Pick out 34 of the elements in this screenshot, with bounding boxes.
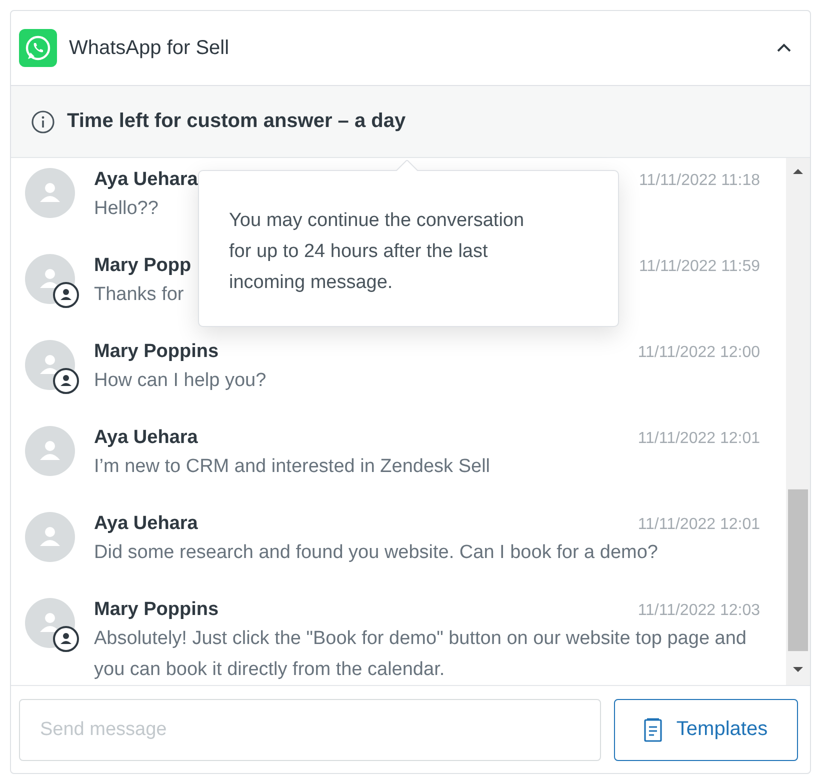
- message-time: 11/11/2022 12:01: [638, 430, 760, 448]
- message-time: 11/11/2022 11:18: [639, 172, 760, 190]
- author-name: Aya Uehara: [94, 512, 198, 536]
- avatar-icon: [25, 426, 75, 476]
- document-icon: [644, 718, 662, 742]
- author-name: Mary Popp: [94, 254, 192, 278]
- avatar-icon: [25, 512, 75, 562]
- panel-title: WhatsApp for Sell: [69, 36, 230, 60]
- message-time: 11/11/2022 12:01: [638, 516, 760, 534]
- avatar-icon: [25, 168, 75, 218]
- tooltip-text: You may continue the conversation for up to 24 hours after the last incoming message.: [229, 209, 526, 295]
- chevron-icon[interactable]: [776, 43, 792, 53]
- agent-icon: [53, 282, 79, 308]
- whatsapp-logo-icon: [19, 29, 57, 67]
- message-text: Did some research and found you website. Can I book for a demo?: [94, 541, 658, 565]
- author-name: Mary Poppins: [94, 598, 219, 622]
- info-icon: [31, 110, 55, 134]
- message-time: 11/11/2022 12:03: [638, 602, 760, 620]
- agent-icon: [53, 368, 79, 394]
- message-text: How can I help you?: [94, 369, 266, 393]
- templates-button[interactable]: Templates: [614, 698, 798, 760]
- author-name: Aya Uehara: [94, 168, 198, 192]
- message-text: Hello??: [94, 197, 158, 221]
- message-text: Thanks for: [94, 283, 184, 307]
- message-time: 11/11/2022 12:00: [638, 344, 760, 362]
- agent-icon: [53, 626, 79, 652]
- scrollbar[interactable]: [786, 158, 810, 685]
- message-text: Absolutely! Just click the "Book for demo" button on our website top page and you can book it directly from the calendar.: [94, 627, 748, 682]
- author-name: Mary Poppins: [94, 340, 219, 364]
- author-name: Aya Uehara: [94, 426, 198, 450]
- message-time: 11/11/2022 11:59: [639, 258, 760, 276]
- time-left-notice: Time left for custom answer – a day: [67, 110, 406, 133]
- message-text: I’m new to CRM and interested in Zendesk Sell: [94, 455, 490, 479]
- message-input[interactable]: Send message: [19, 698, 601, 760]
